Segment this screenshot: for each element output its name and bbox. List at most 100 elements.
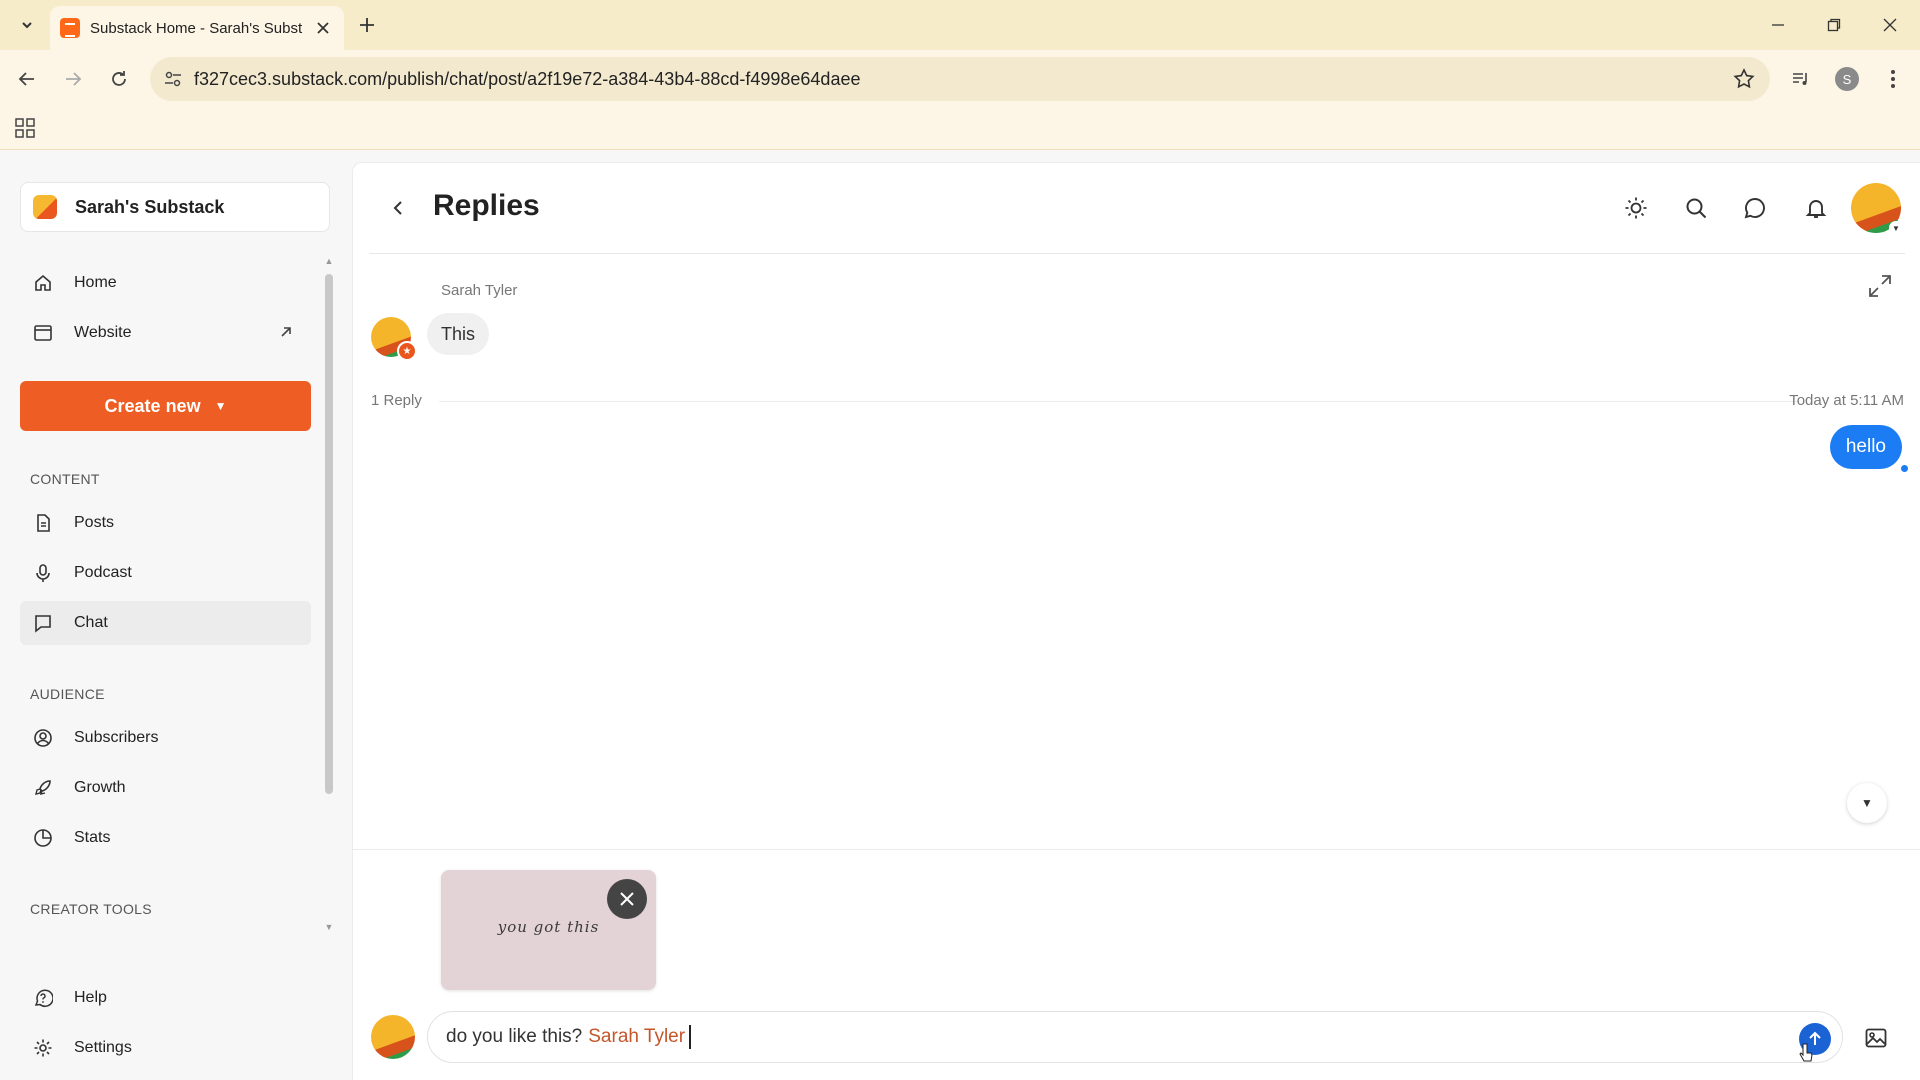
browser-menu-button[interactable] bbox=[1878, 64, 1908, 94]
replies-panel: Replies ▼ Sarah Tyler ★ This 1 Reply Tod… bbox=[352, 162, 1920, 1080]
add-image-button[interactable] bbox=[1861, 1023, 1891, 1053]
back-button[interactable] bbox=[383, 193, 413, 223]
sidebar-item-growth[interactable]: Growth bbox=[20, 766, 311, 810]
bell-icon bbox=[1805, 200, 1827, 218]
bookmarks-bar bbox=[0, 108, 1920, 150]
sidebar-item-label: Podcast bbox=[74, 564, 132, 581]
restore-icon bbox=[1827, 18, 1841, 32]
minimize-icon bbox=[1772, 24, 1784, 26]
browser-toolbar: f327cec3.substack.com/publish/chat/post/… bbox=[0, 50, 1920, 108]
chevron-down-icon bbox=[22, 22, 32, 29]
my-reply-bubble[interactable]: hello bbox=[1829, 425, 1902, 469]
document-icon bbox=[32, 512, 54, 534]
create-new-label: Create new bbox=[104, 395, 201, 416]
star-badge-icon: ★ bbox=[397, 341, 417, 361]
sidebar-item-stats[interactable]: Stats bbox=[20, 816, 311, 860]
reply-input[interactable]: do you like this? Sarah Tyler bbox=[427, 1011, 1843, 1063]
chat-icon bbox=[32, 612, 54, 634]
publication-switcher[interactable]: Sarah's Substack bbox=[20, 182, 330, 232]
caret-down-icon: ▼ bbox=[214, 399, 227, 413]
mention-tag[interactable]: Sarah Tyler bbox=[588, 1026, 685, 1048]
publication-logo bbox=[33, 195, 57, 219]
arrow-right-icon bbox=[66, 72, 82, 86]
close-window-button[interactable] bbox=[1870, 10, 1910, 40]
sidebar-item-website[interactable]: Website bbox=[20, 311, 311, 355]
chats-button[interactable] bbox=[1740, 193, 1770, 223]
search-icon bbox=[1686, 198, 1707, 219]
text-caret bbox=[689, 1025, 692, 1049]
sidebar-item-help[interactable]: Help bbox=[20, 976, 311, 1020]
caret-down-icon[interactable]: ▼ bbox=[1889, 221, 1903, 235]
chevron-left-icon bbox=[393, 201, 402, 215]
reply-input-text: do you like this? bbox=[446, 1026, 583, 1047]
header-divider bbox=[369, 253, 1905, 254]
rocket-icon bbox=[32, 777, 54, 799]
site-settings-icon[interactable] bbox=[164, 70, 182, 88]
sidebar-item-label: Website bbox=[74, 324, 132, 341]
help-icon bbox=[32, 987, 54, 1009]
section-label-content: CONTENT bbox=[30, 471, 100, 487]
reload-button[interactable] bbox=[104, 64, 134, 94]
reload-icon bbox=[112, 71, 126, 86]
minimize-button[interactable] bbox=[1758, 10, 1798, 40]
page: Sarah's Substack Home Website Create new… bbox=[0, 150, 1920, 1080]
attachment-image-text: you got this bbox=[497, 918, 600, 936]
browser-tab-active[interactable]: Substack Home - Sarah's Subst bbox=[50, 6, 344, 50]
page-title: Replies bbox=[433, 189, 540, 222]
microphone-icon bbox=[32, 562, 54, 584]
sidebar-item-label: Help bbox=[74, 989, 107, 1006]
sidebar-item-podcast[interactable]: Podcast bbox=[20, 551, 311, 595]
media-controls-button[interactable] bbox=[1786, 64, 1816, 94]
remove-attachment-button[interactable] bbox=[607, 879, 647, 919]
close-icon bbox=[620, 892, 634, 906]
sidebar-item-chat[interactable]: Chat bbox=[20, 601, 311, 645]
tab-close-button[interactable] bbox=[312, 17, 334, 39]
profile-avatar: S bbox=[1835, 67, 1859, 91]
bookmark-star-icon[interactable] bbox=[1732, 67, 1756, 91]
sent-status-dot bbox=[1901, 465, 1908, 472]
kebab-menu-icon bbox=[1891, 70, 1895, 88]
sidebar-item-home[interactable]: Home bbox=[20, 261, 311, 305]
expand-icon[interactable] bbox=[1867, 273, 1893, 299]
sidebar-item-label: Posts bbox=[74, 514, 115, 531]
apps-grid-icon[interactable] bbox=[14, 117, 36, 139]
sidebar-item-label: Home bbox=[74, 274, 117, 291]
user-circle-icon bbox=[32, 727, 54, 749]
create-new-button[interactable]: Create new ▼ bbox=[20, 381, 311, 431]
tab-title: Substack Home - Sarah's Subst bbox=[90, 19, 303, 37]
arrow-left-icon bbox=[18, 72, 34, 86]
sidebar-scroll-thumb[interactable] bbox=[325, 274, 333, 794]
sidebar: Sarah's Substack Home Website Create new… bbox=[0, 150, 350, 1080]
notifications-button[interactable] bbox=[1801, 193, 1831, 223]
scroll-down-icon[interactable]: ▼ bbox=[324, 922, 334, 932]
section-label-creator-tools: CREATOR TOOLS bbox=[30, 901, 152, 917]
tab-search-button[interactable] bbox=[12, 10, 42, 40]
plus-icon bbox=[360, 18, 374, 32]
close-icon bbox=[1883, 18, 1897, 32]
restore-button[interactable] bbox=[1814, 10, 1854, 40]
back-nav-button[interactable] bbox=[12, 64, 42, 94]
website-icon bbox=[32, 322, 54, 344]
forward-nav-button[interactable] bbox=[58, 64, 88, 94]
url-text: f327cec3.substack.com/publish/chat/post/… bbox=[194, 68, 861, 89]
pie-chart-icon bbox=[32, 827, 54, 849]
sidebar-item-label: Settings bbox=[74, 1039, 132, 1056]
caret-down-icon: ▼ bbox=[1861, 796, 1873, 810]
sidebar-item-settings[interactable]: Settings bbox=[20, 1026, 311, 1070]
sidebar-item-posts[interactable]: Posts bbox=[20, 501, 311, 545]
theme-toggle-button[interactable] bbox=[1621, 193, 1651, 223]
profile-button[interactable]: S bbox=[1832, 64, 1862, 94]
sidebar-item-label: Chat bbox=[74, 614, 108, 631]
scroll-up-icon[interactable]: ▲ bbox=[324, 256, 334, 266]
new-tab-button[interactable] bbox=[354, 12, 380, 38]
sidebar-item-subscribers[interactable]: Subscribers bbox=[20, 716, 311, 760]
playlist-icon bbox=[1793, 73, 1807, 85]
address-bar[interactable]: f327cec3.substack.com/publish/chat/post/… bbox=[150, 57, 1770, 101]
search-button[interactable] bbox=[1681, 193, 1711, 223]
replies-header: Replies ▼ bbox=[353, 163, 1920, 253]
reply-divider bbox=[439, 401, 1799, 402]
original-message-bubble[interactable]: This bbox=[427, 313, 490, 355]
sidebar-scrollbar[interactable]: ▲ ▼ bbox=[324, 256, 334, 934]
scroll-to-bottom-button[interactable]: ▼ bbox=[1847, 783, 1887, 823]
reply-timestamp: Today at 5:11 AM bbox=[1789, 392, 1904, 409]
